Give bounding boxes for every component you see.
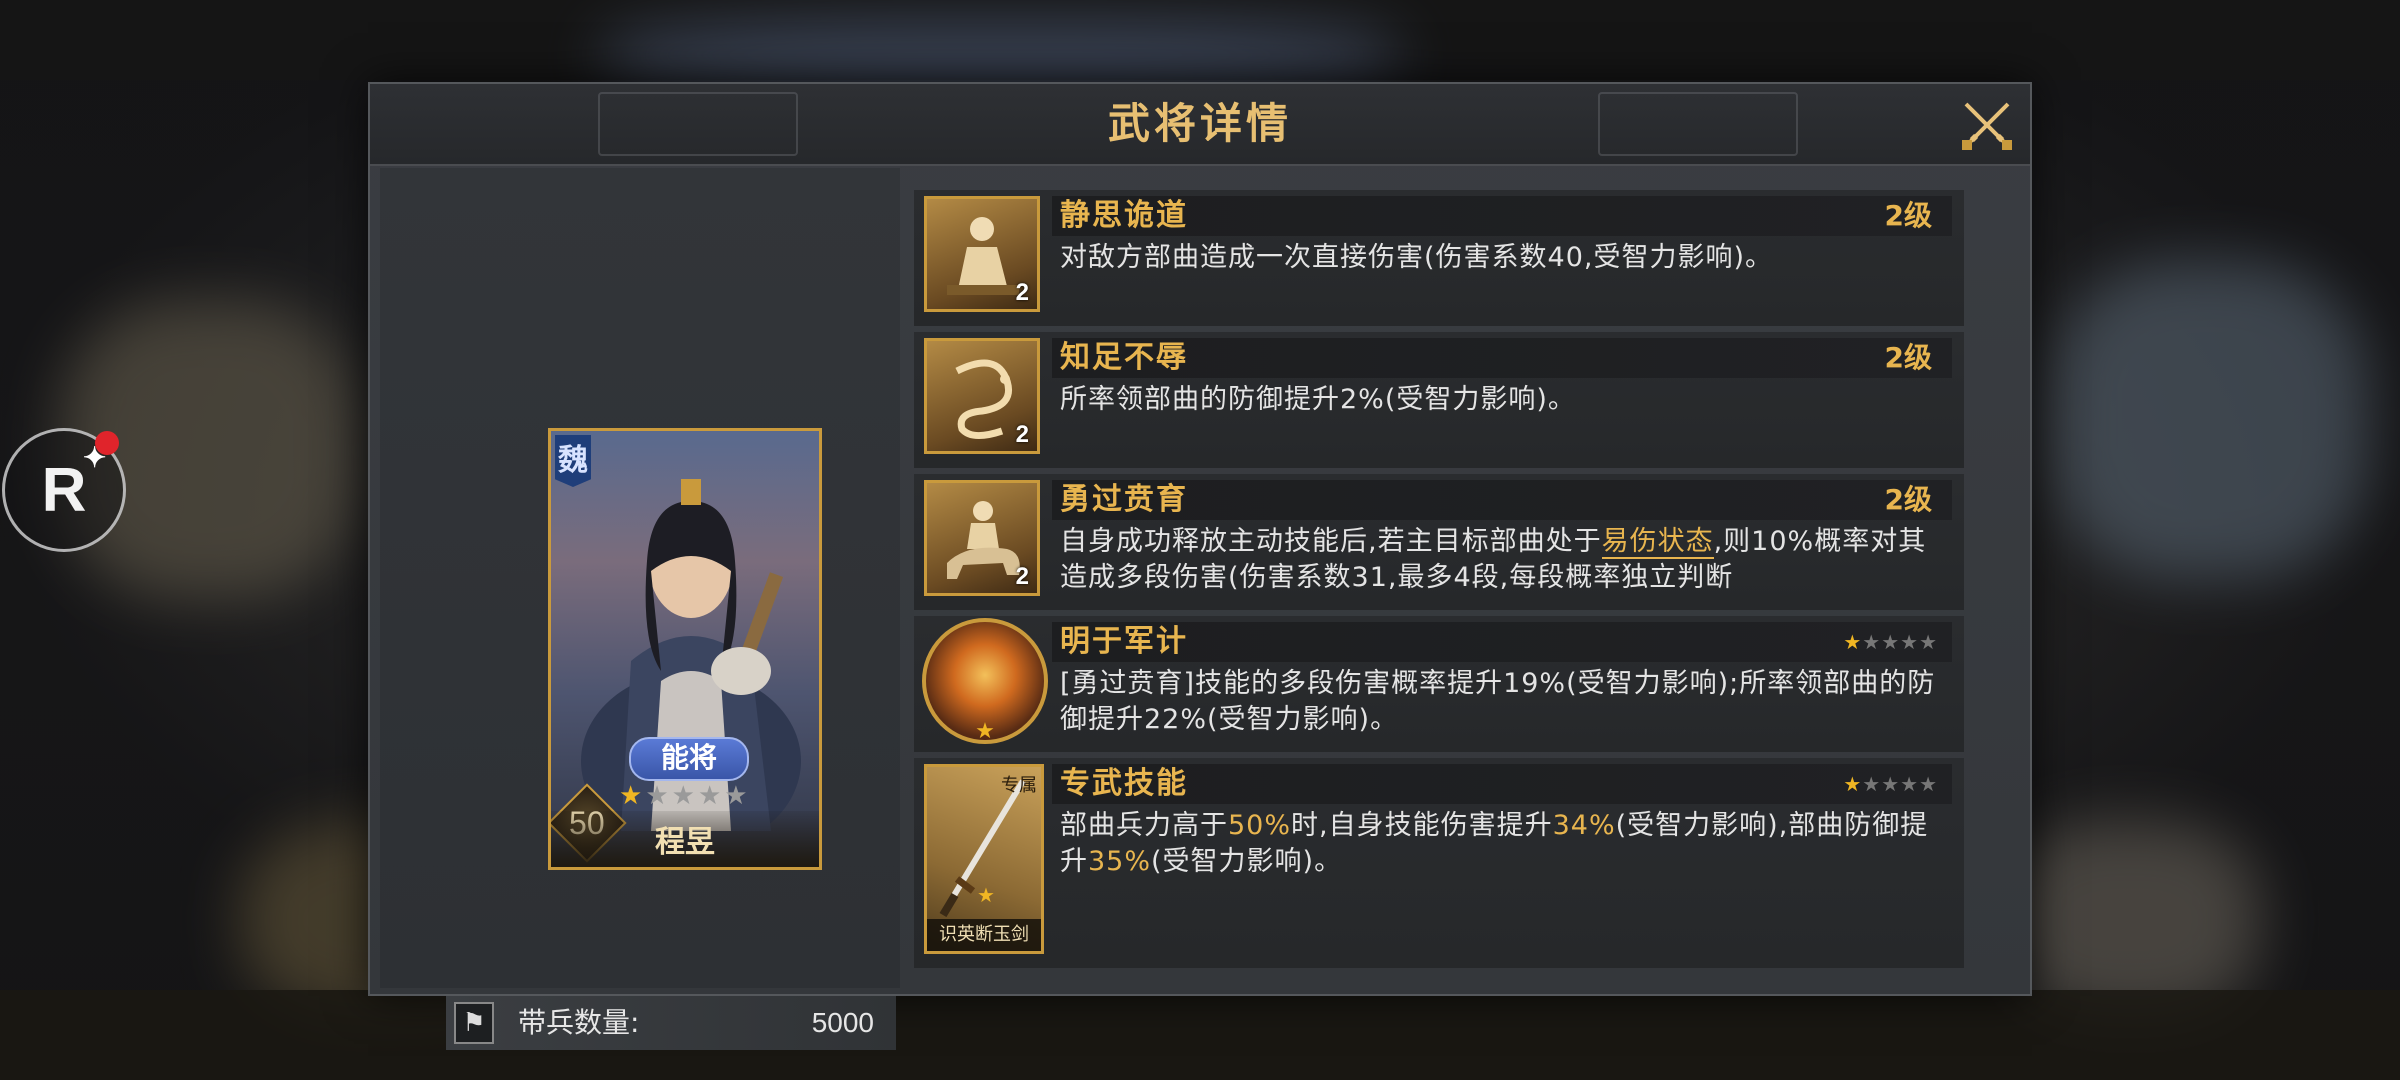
skill-description: 部曲兵力高于50%时,自身技能伤害提升34%(受智力影响),部曲防御提升35%(… [1060,808,1940,880]
skill-header: 专武技能 ★★★★★ [1052,764,1952,804]
dialog-header: 武将详情 [370,84,2030,166]
skill-grade: 2级 [1884,483,1932,516]
skill-description-text: (受智力影响)。 [1151,846,1343,877]
star-empty-icon: ★ [645,781,672,811]
star-filled-icon: ★ [1843,772,1863,796]
dragon-skill-icon: 2 [924,338,1040,454]
skill-star-rating: ★★★★★ [1843,764,1938,804]
hero-rank-badge: 能将 [629,737,749,781]
seated-warrior-skill-icon: 2 [924,196,1040,312]
sword-weapon-icon: 专属 ★ 识英断玉剑 [924,764,1044,954]
skill-description: 所率领部曲的防御提升2%(受智力影响)。 [1060,384,1576,415]
flame-battle-skill-icon: ★ [922,618,1048,744]
dialog-title: 武将详情 [1107,99,1292,148]
star-empty-icon: ★ [1900,772,1920,796]
hero-star-rating: ★★★★★ [619,781,751,811]
troop-count-bar: ⚑ 带兵数量: 5000 [446,996,896,1050]
skill-grade: 2级 [1884,199,1932,232]
skill-name: 静思诡道 [1060,198,1188,233]
star-icon: ★ [977,883,995,907]
floating-record-button[interactable]: R ✦ [2,428,126,552]
star-filled-icon: ★ [1843,630,1863,654]
star-empty-icon: ★ [1862,772,1882,796]
skill-header: 静思诡道 2级 [1052,196,1952,236]
skill-row[interactable]: 2 知足不辱 2级 所率领部曲的防御提升2%(受智力影响)。 [914,332,1964,468]
skill-description-text: 时,自身技能伤害提升 [1291,810,1553,841]
skill-description: 对敌方部曲造成一次直接伤害(伤害系数40,受智力影响)。 [1060,242,1774,273]
notification-dot [95,431,119,455]
skill-header: 知足不辱 2级 [1052,338,1952,378]
star-empty-icon: ★ [1862,630,1882,654]
skill-icon-level: 2 [1015,421,1029,448]
skill-description-text: 部曲兵力高于 [1060,810,1228,841]
hero-card[interactable]: 魏 能将 50 ★★★★★ 程昱 [548,428,822,870]
skill-row[interactable]: 专属 ★ 识英断玉剑 专武技能 ★★★★★ 部曲兵力高于50%时,自身技能伤害提… [914,758,1964,968]
skill-description: [勇过贲育]技能的多段伤害概率提升19%(受智力影响);所率领部曲的防御提升22… [1060,668,1936,735]
highlight-value: 34% [1552,810,1616,841]
troop-count-label: 带兵数量: [518,1006,640,1039]
skill-row[interactable]: 2 静思诡道 2级 对敌方部曲造成一次直接伤害(伤害系数40,受智力影响)。 [914,190,1964,326]
skill-row[interactable]: ★ 明于军计 ★★★★★ [勇过贲育]技能的多段伤害概率提升19%(受智力影响)… [914,616,1964,752]
skill-description-text: 自身成功释放主动技能后,若主目标部曲处于 [1060,526,1602,557]
keyword-link[interactable]: 易伤状态 [1601,526,1714,559]
skill-list: 2 静思诡道 2级 对敌方部曲造成一次直接伤害(伤害系数40,受智力影响)。 2… [914,190,1964,1052]
skill-name: 勇过贲育 [1060,482,1188,517]
star-empty-icon: ★ [697,781,725,811]
skill-star-rating: ★★★★★ [1843,622,1938,662]
skill-icon-level: 2 [1015,563,1029,590]
weapon-name: 识英断玉剑 [927,919,1041,951]
star-empty-icon: ★ [1919,772,1938,796]
skill-name: 知足不辱 [1060,340,1188,375]
skill-grade: 2级 [1884,341,1932,374]
crossed-swords-close-icon [1962,102,2012,150]
exclusive-tag: 专属 [1001,775,1037,796]
highlight-value: 35% [1088,846,1152,877]
faction-badge: 魏 [555,435,591,487]
skill-name: 明于军计 [1060,624,1188,659]
troops-icon: ⚑ [454,1002,494,1044]
skill-name: 专武技能 [1060,766,1188,801]
background-blur [2050,260,2370,580]
star-icon: ★ [975,719,995,744]
background-blur [600,20,1400,90]
star-filled-icon: ★ [619,781,646,811]
star-empty-icon: ★ [724,781,751,811]
r-logo-icon: R ✦ [41,441,107,525]
star-empty-icon: ★ [1881,772,1901,796]
star-empty-icon: ★ [1881,630,1901,654]
star-empty-icon: ★ [1900,630,1920,654]
skill-icon-level: 2 [1015,279,1029,306]
close-button[interactable] [1958,96,2016,154]
troop-count-value: 5000 [811,1007,874,1038]
horseman-skill-icon: 2 [924,480,1040,596]
highlight-value: 50% [1228,810,1292,841]
skill-description: 自身成功释放主动技能后,若主目标部曲处于易伤状态,则10%概率对其造成多段伤害(… [1060,524,1940,596]
hero-name: 程昱 [655,825,715,860]
star-empty-icon: ★ [1919,630,1938,654]
skill-row[interactable]: 2 勇过贲育 2级 自身成功释放主动技能后,若主目标部曲处于易伤状态,则10%概… [914,474,1964,610]
hero-panel: 魏 能将 50 ★★★★★ 程昱 ⚑ 带兵数量: 5000 [380,168,900,1050]
hero-detail-dialog: 武将详情 魏 能将 ★★★★★ 程昱 ⚑ 带兵数量: 5000 2 静思诡道 2… [368,82,2032,1050]
skill-header: 明于军计 ★★★★★ [1052,622,1952,662]
skill-header: 勇过贲育 2级 [1052,480,1952,520]
star-empty-icon: ★ [671,781,698,811]
